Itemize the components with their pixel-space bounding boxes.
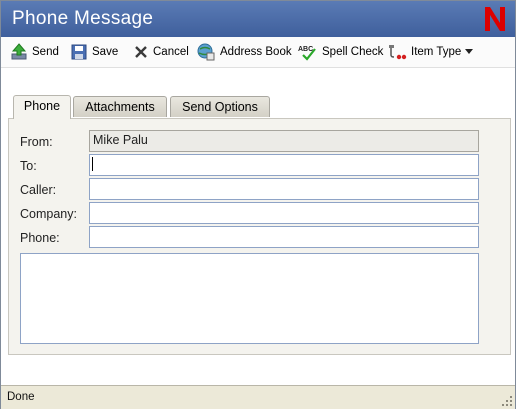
tab-attachments[interactable]: Attachments bbox=[73, 96, 167, 117]
send-button[interactable]: Send bbox=[10, 42, 59, 62]
tab-phone-label: Phone bbox=[23, 99, 61, 113]
save-button[interactable]: Save bbox=[70, 42, 118, 62]
phone-message-window: Phone Message Send Save Cancel Address B… bbox=[0, 0, 516, 409]
address-book-icon bbox=[197, 43, 215, 61]
spell-check-label: Spell Check bbox=[322, 46, 384, 58]
save-icon bbox=[71, 44, 87, 60]
status-bar: Done bbox=[1, 385, 515, 409]
cancel-label: Cancel bbox=[153, 46, 189, 58]
caller-label: Caller: bbox=[20, 183, 57, 197]
chevron-down-icon bbox=[465, 49, 474, 54]
message-textarea[interactable] bbox=[20, 253, 479, 344]
to-field[interactable] bbox=[89, 154, 479, 176]
tab-attachments-label: Attachments bbox=[85, 100, 155, 114]
tab-phone[interactable]: Phone bbox=[13, 95, 71, 119]
text-caret bbox=[92, 157, 93, 171]
cancel-button[interactable]: Cancel bbox=[133, 42, 189, 62]
company-label: Company: bbox=[20, 207, 77, 221]
from-label: From: bbox=[20, 135, 53, 149]
tab-send-options-label: Send Options bbox=[182, 100, 258, 114]
item-type-button[interactable]: Item Type bbox=[387, 42, 474, 62]
item-type-label: Item Type bbox=[411, 46, 462, 58]
save-label: Save bbox=[92, 46, 119, 58]
phone-field[interactable] bbox=[89, 226, 479, 248]
address-book-button[interactable]: Address Book bbox=[196, 42, 292, 62]
svg-text:ABC: ABC bbox=[298, 46, 313, 53]
spell-check-button[interactable]: ABC Spell Check bbox=[298, 42, 383, 62]
window-title: Phone Message bbox=[12, 8, 154, 29]
send-label: Send bbox=[32, 46, 59, 58]
cancel-icon bbox=[135, 46, 147, 58]
status-text: Done bbox=[7, 391, 35, 403]
phone-label: Phone: bbox=[20, 231, 60, 245]
spell-check-icon: ABC bbox=[298, 46, 316, 61]
caller-field[interactable] bbox=[89, 178, 479, 200]
to-label: To: bbox=[20, 159, 37, 173]
title-bar: Phone Message bbox=[1, 1, 515, 37]
company-field[interactable] bbox=[89, 202, 479, 224]
item-type-icon bbox=[389, 45, 407, 60]
send-icon bbox=[11, 43, 27, 60]
tab-send-options[interactable]: Send Options bbox=[170, 96, 270, 117]
from-field: Mike Palu bbox=[89, 130, 479, 152]
resize-grip-icon[interactable] bbox=[501, 395, 513, 407]
novell-logo-icon bbox=[485, 7, 505, 31]
toolbar: Send Save Cancel Address Book ABC Spell … bbox=[1, 37, 515, 68]
address-book-label: Address Book bbox=[220, 46, 292, 58]
phone-form-panel: From: Mike Palu To: Caller: Company: Pho… bbox=[8, 118, 511, 355]
